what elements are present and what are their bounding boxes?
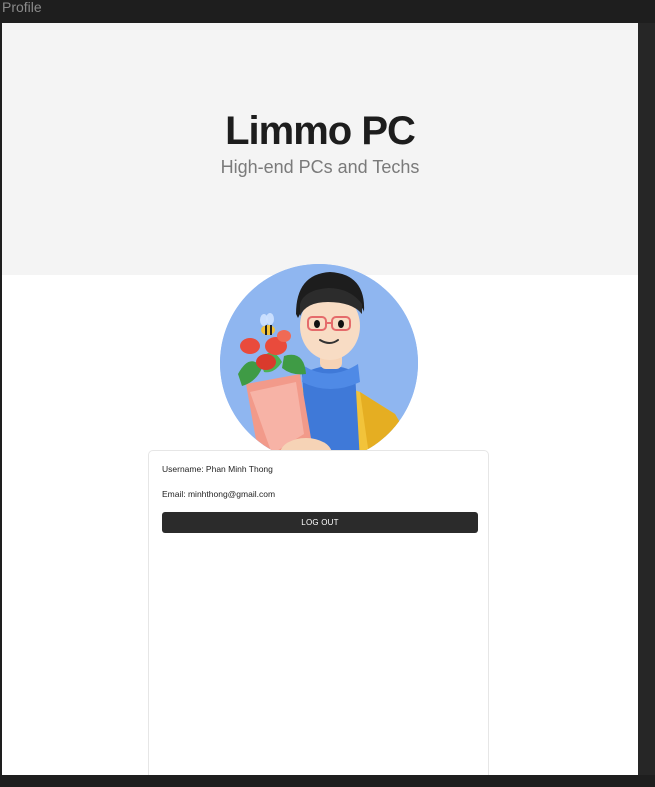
logout-button[interactable]: LOG OUT [162, 512, 478, 533]
frame-label: Profile [2, 0, 42, 15]
email-text: Email: minhthong@gmail.com [162, 489, 276, 499]
page-subtitle: High-end PCs and Techs [220, 157, 420, 177]
profile-card: Username: Phan Minh Thong Email: minhtho… [148, 450, 489, 775]
avatar [220, 264, 418, 462]
profile-page: Limmo PC High-end PCs and Techs Username… [2, 23, 638, 775]
avatar-illustration-icon [220, 264, 418, 462]
page-title: Limmo PC [225, 109, 416, 153]
window-edge [638, 23, 655, 775]
username-text: Username: Phan Minh Thong [162, 464, 273, 474]
hero-banner: Limmo PC High-end PCs and Techs [2, 23, 638, 275]
